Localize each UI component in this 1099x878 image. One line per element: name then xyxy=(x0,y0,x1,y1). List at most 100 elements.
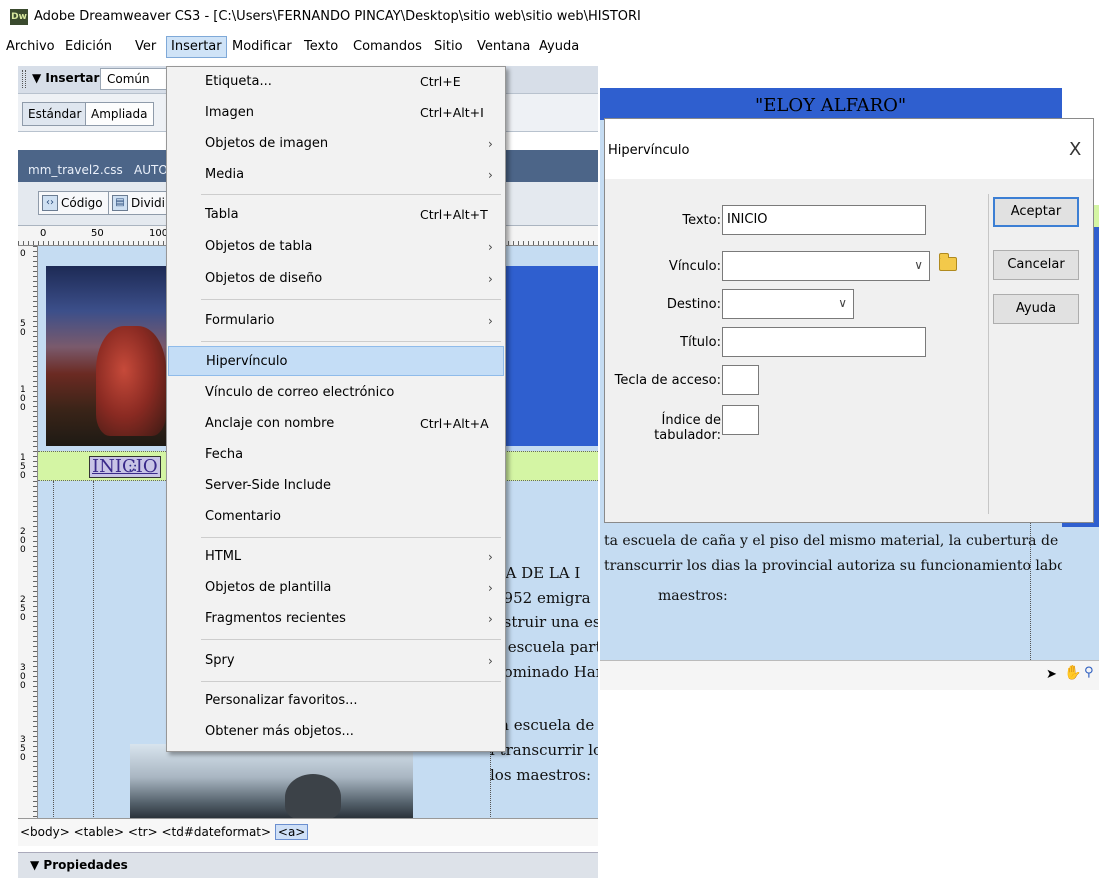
tag-path: <body> <table> <tr> <td#dateformat> <a> xyxy=(20,824,309,840)
menu-separator xyxy=(201,341,501,342)
menu-item-etiqueta[interactable]: Etiqueta... Ctrl+E xyxy=(168,67,504,97)
statue-head xyxy=(285,774,341,818)
menu-item-imagen[interactable]: Imagen Ctrl+Alt+I xyxy=(168,98,504,128)
split-icon: ▤ xyxy=(112,195,128,211)
titulo-input[interactable] xyxy=(722,327,926,357)
menu-item-objetos-de-imagen[interactable]: Objetos de imagen › xyxy=(168,129,504,159)
menu-item-label: Personalizar favoritos... xyxy=(205,693,358,708)
menu-item-label: Objetos de diseño xyxy=(205,271,323,286)
menu-item-label: Tabla xyxy=(205,207,239,222)
panel-grip-icon[interactable] xyxy=(22,70,26,88)
table-border xyxy=(1030,500,1031,680)
menu-texto[interactable]: Texto xyxy=(300,36,342,58)
tag-path-text[interactable]: <body> <table> <tr> <td#dateformat> xyxy=(20,825,271,839)
ruler-label: 0 xyxy=(40,228,47,239)
tecla-acceso-input[interactable] xyxy=(722,365,759,395)
aceptar-button[interactable]: Aceptar xyxy=(993,197,1079,227)
menu-insertar[interactable]: Insertar xyxy=(166,36,227,58)
ruler-label: 200 xyxy=(20,527,26,555)
menu-item-label: Media xyxy=(205,167,245,182)
menu-separator xyxy=(201,681,501,682)
monument-photo[interactable] xyxy=(130,744,413,818)
menu-item-formulario[interactable]: Formulario › xyxy=(168,306,504,336)
vinculo-select[interactable]: ∨ xyxy=(722,251,930,281)
menu-item-label: Obtener más objetos... xyxy=(205,724,354,739)
menu-item-objetos-de-diseno[interactable]: Objetos de diseño › xyxy=(168,264,504,294)
menu-item-html[interactable]: HTML › xyxy=(168,542,504,572)
menu-item-comentario[interactable]: Comentario xyxy=(168,502,504,532)
menu-sitio[interactable]: Sitio xyxy=(430,36,467,58)
menu-item-spry[interactable]: Spry › xyxy=(168,646,504,676)
menu-item-objetos-de-plantilla[interactable]: Objetos de plantilla › xyxy=(168,573,504,603)
menu-item-anclaje-con-nombre[interactable]: Anclaje con nombre Ctrl+Alt+A xyxy=(168,409,504,439)
body-text-line: maestros: xyxy=(658,588,728,604)
menu-item-shortcut: Ctrl+Alt+T xyxy=(420,207,488,222)
ruler-label: 300 xyxy=(20,663,26,691)
menu-item-vinculo-correo[interactable]: Vínculo de correo electrónico xyxy=(168,378,504,408)
menu-item-tabla[interactable]: Tabla Ctrl+Alt+T xyxy=(168,200,504,230)
ayuda-button[interactable]: Ayuda xyxy=(993,294,1079,324)
menu-item-label: Imagen xyxy=(205,105,254,120)
status-bar: ➤ ✋ ⚲ xyxy=(600,660,1099,690)
properties-panel-header[interactable]: ▼ Propiedades xyxy=(18,852,598,878)
ruler-label: 100 xyxy=(20,385,26,413)
texto-label: Texto: xyxy=(682,213,721,228)
menu-item-objetos-de-tabla[interactable]: Objetos de tabla › xyxy=(168,232,504,262)
close-icon[interactable]: X xyxy=(1069,139,1081,160)
tag-selector: <body> <table> <tr> <td#dateformat> <a> xyxy=(18,818,598,846)
hyperlink-dialog: Hipervínculo X Texto: INICIO Vínculo: ∨ … xyxy=(604,118,1094,523)
destino-select[interactable]: ∨ xyxy=(722,289,854,319)
menu-item-personalizar-favoritos[interactable]: Personalizar favoritos... xyxy=(168,686,504,716)
menu-edicion[interactable]: Edición xyxy=(61,36,116,58)
insert-bar-title[interactable]: ▼ Insertar xyxy=(32,71,99,85)
indice-tabulador-input[interactable] xyxy=(722,405,759,435)
body-text-line: nominado Har xyxy=(494,663,598,681)
menu-ver[interactable]: Ver xyxy=(131,36,160,58)
properties-title[interactable]: ▼ Propiedades xyxy=(30,858,128,872)
tecla-acceso-label: Tecla de acceso: xyxy=(614,373,721,388)
tag-a-current[interactable]: <a> xyxy=(274,824,309,840)
ampliada-button[interactable]: Ampliada xyxy=(85,102,154,126)
menu-separator xyxy=(201,299,501,300)
titulo-label: Título: xyxy=(680,335,721,350)
ruler-label: 350 xyxy=(20,735,26,763)
menu-item-hipervinculo[interactable]: Hipervínculo xyxy=(168,346,504,376)
menu-separator xyxy=(201,194,501,195)
chevron-down-icon: ∨ xyxy=(838,296,847,310)
texto-input[interactable]: INICIO xyxy=(722,205,926,235)
browse-folder-icon[interactable] xyxy=(939,253,957,271)
menu-modificar[interactable]: Modificar xyxy=(228,36,296,58)
hand-tool-icon[interactable]: ✋ xyxy=(1064,665,1081,681)
zoom-tool-icon[interactable]: ⚲ xyxy=(1084,665,1094,680)
menu-item-label: Objetos de tabla xyxy=(205,239,313,254)
body-text-line: 1952 emigra xyxy=(494,589,591,607)
menu-item-label: Comentario xyxy=(205,509,281,524)
menu-comandos[interactable]: Comandos xyxy=(349,36,426,58)
menu-ventana[interactable]: Ventana xyxy=(473,36,534,58)
menu-item-media[interactable]: Media › xyxy=(168,160,504,190)
insert-category-select[interactable]: Común xyxy=(100,68,174,90)
menu-item-fragmentos-recientes[interactable]: Fragmentos recientes › xyxy=(168,604,504,634)
tab-mm-travel2-css[interactable]: mm_travel2.css xyxy=(20,158,131,182)
body-text-line: nstruir una esc xyxy=(494,613,598,631)
vinculo-label: Vínculo: xyxy=(668,259,721,274)
window-title: Adobe Dreamweaver CS3 - [C:\Users\FERNAN… xyxy=(34,9,641,24)
menu-item-obtener-mas-objetos[interactable]: Obtener más objetos... xyxy=(168,717,504,747)
menu-archivo[interactable]: Archivo xyxy=(2,36,59,58)
menu-item-label: Fecha xyxy=(205,447,244,462)
page-header: "ELOY ALFARO" xyxy=(600,88,1062,120)
dreamweaver-logo-icon: Dw xyxy=(10,9,28,25)
cancelar-button[interactable]: Cancelar xyxy=(993,250,1079,280)
title-bar: Dw Adobe Dreamweaver CS3 - [C:\Users\FER… xyxy=(0,0,1099,34)
menu-item-fecha[interactable]: Fecha xyxy=(168,440,504,470)
dialog-title: Hipervínculo xyxy=(608,143,690,158)
ruler-label: 0 xyxy=(20,249,26,259)
menu-item-server-side-include[interactable]: Server-Side Include xyxy=(168,471,504,501)
select-tool-icon[interactable]: ➤ xyxy=(1046,667,1057,682)
menu-ayuda[interactable]: Ayuda xyxy=(535,36,583,58)
estandar-button[interactable]: Estándar xyxy=(22,102,88,126)
code-view-button[interactable]: ‹› Código xyxy=(38,191,109,215)
inicio-link[interactable]: INICIO xyxy=(89,456,161,478)
menu-item-label: Vínculo de correo electrónico xyxy=(205,385,395,400)
submenu-arrow-icon: › xyxy=(488,581,493,595)
